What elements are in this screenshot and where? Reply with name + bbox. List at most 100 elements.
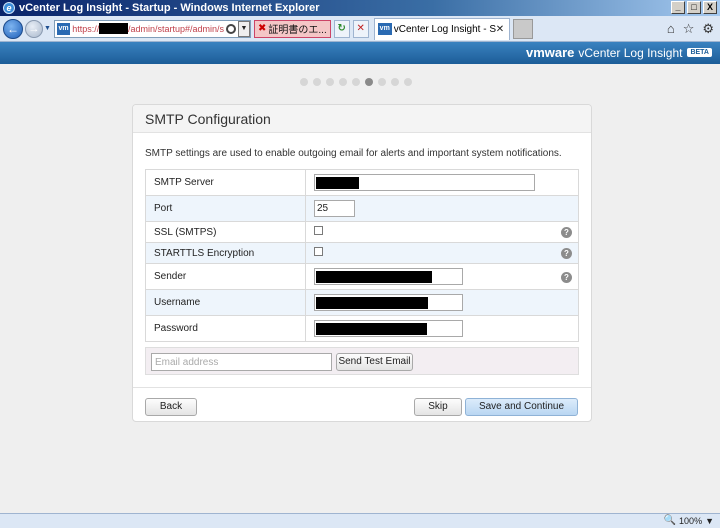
product-name: vCenter Log Insight xyxy=(578,45,683,60)
wizard-step-dot xyxy=(378,78,386,86)
ssl-checkbox[interactable] xyxy=(314,226,323,235)
tab-title: vCenter Log Insight - Start... xyxy=(393,23,496,35)
port-input[interactable]: 25 xyxy=(314,200,355,217)
tools-icon[interactable]: ⚙ xyxy=(702,21,714,37)
wizard-step-dot xyxy=(313,78,321,86)
site-favicon: vm xyxy=(57,22,71,35)
form-row-username: Username xyxy=(145,289,579,316)
username-label: Username xyxy=(145,289,306,316)
address-prefix: https:// xyxy=(72,23,100,34)
close-window-button[interactable]: X xyxy=(703,1,717,14)
port-label: Port xyxy=(145,195,306,222)
form-row-port: Port 25 xyxy=(145,195,579,222)
browser-tab[interactable]: vm vCenter Log Insight - Start... ✕ xyxy=(373,17,510,40)
ssl-help-icon[interactable]: ? xyxy=(561,227,572,238)
wizard-step-dot xyxy=(352,78,360,86)
vmware-logo: vmware xyxy=(525,45,575,60)
favorites-icon[interactable]: ☆ xyxy=(683,21,695,37)
wizard-step-dot xyxy=(365,78,373,86)
new-tab-button[interactable] xyxy=(512,18,533,39)
wizard-step-dot xyxy=(404,78,412,86)
smtp-form: SMTP Server Port 25 SSL (SMTPS) ? STARTT… xyxy=(145,169,579,342)
form-row-sender: Sender ? xyxy=(145,263,579,290)
zoom-control[interactable]: 🔍 100% ▼ xyxy=(664,515,714,526)
cert-error-label: 証明書のエ... xyxy=(268,25,327,36)
smtp-server-input[interactable] xyxy=(314,174,535,191)
home-icon[interactable]: ⌂ xyxy=(667,21,675,37)
starttls-label: STARTTLS Encryption xyxy=(145,242,306,264)
redacted-value xyxy=(316,323,427,335)
wizard-step-dot xyxy=(326,78,334,86)
password-cell xyxy=(305,315,579,342)
redacted-value xyxy=(316,297,428,309)
cert-error-icon: ✖ xyxy=(258,23,267,34)
redacted-host xyxy=(99,23,128,34)
test-email-box: Email address Send Test Email xyxy=(145,347,579,375)
footer-divider xyxy=(133,387,591,388)
forward-icon[interactable]: → xyxy=(25,19,43,38)
tab-favicon: vm xyxy=(377,23,392,35)
ssl-cell: ? xyxy=(305,221,579,243)
address-dropdown-icon[interactable]: ▼ xyxy=(238,20,250,37)
minimize-button[interactable]: _ xyxy=(671,1,685,14)
panel-description: SMTP settings are used to enable outgoin… xyxy=(145,148,562,159)
history-dropdown-icon[interactable]: ▼ xyxy=(43,20,52,38)
browser-toolbar: ← → ▼ vm https:// /admin/startup#/admin/s… xyxy=(0,16,720,42)
zoom-icon: 🔍 xyxy=(663,515,677,526)
wizard-step-dot xyxy=(300,78,308,86)
test-email-input[interactable]: Email address xyxy=(151,353,332,371)
status-bar: 🔍 100% ▼ xyxy=(0,513,720,528)
form-row-server: SMTP Server xyxy=(145,169,579,196)
address-suffix: /admin/startup#/admin/s xyxy=(127,23,224,34)
page-content: SMTP Configuration SMTP settings are use… xyxy=(0,64,720,513)
app-header: vmware vCenter Log Insight BETA xyxy=(0,42,720,64)
certificate-error-button[interactable]: ✖ 証明書のエ... xyxy=(254,19,331,38)
smtp-panel: SMTP Configuration SMTP settings are use… xyxy=(132,104,592,422)
wizard-progress xyxy=(300,78,412,86)
refresh-icon[interactable]: ↻ xyxy=(333,19,350,38)
username-input[interactable] xyxy=(314,294,463,311)
form-row-ssl: SSL (SMTPS) ? xyxy=(145,221,579,243)
starttls-help-icon[interactable]: ? xyxy=(561,248,572,259)
wizard-step-dot xyxy=(339,78,347,86)
window-title-bar: e vCenter Log Insight - Startup - Window… xyxy=(0,0,720,16)
panel-title: SMTP Configuration xyxy=(133,105,591,133)
server-label: SMTP Server xyxy=(145,169,306,196)
tab-close-icon[interactable]: ✕ xyxy=(496,24,506,35)
form-row-starttls: STARTTLS Encryption ? xyxy=(145,242,579,264)
back-icon[interactable]: ← xyxy=(3,18,23,39)
send-test-email-button[interactable]: Send Test Email xyxy=(336,353,413,371)
sender-label: Sender xyxy=(145,263,306,290)
address-bar[interactable]: vm https:// /admin/startup#/admin/s ▼ xyxy=(54,19,251,38)
address-text: https:// /admin/startup#/admin/s xyxy=(72,23,224,34)
sender-input[interactable] xyxy=(314,268,463,285)
ssl-label: SSL (SMTPS) xyxy=(145,221,306,243)
password-input[interactable] xyxy=(314,320,463,337)
zoom-level: 100% xyxy=(679,515,703,526)
ie-icon: e xyxy=(3,2,15,14)
save-and-continue-button[interactable]: Save and Continue xyxy=(465,398,578,416)
beta-badge: BETA xyxy=(687,48,712,57)
port-cell: 25 xyxy=(305,195,579,222)
maximize-button[interactable]: □ xyxy=(687,1,701,14)
wizard-step-dot xyxy=(391,78,399,86)
sender-cell: ? xyxy=(305,263,579,290)
brand: vmware vCenter Log Insight BETA xyxy=(526,45,712,60)
window-title: vCenter Log Insight - Startup - Windows … xyxy=(19,2,320,14)
window-controls: _ □ X xyxy=(671,1,717,14)
sender-help-icon[interactable]: ? xyxy=(561,271,572,283)
redacted-value xyxy=(316,271,432,283)
redacted-value xyxy=(316,177,359,189)
skip-button[interactable]: Skip xyxy=(414,398,462,416)
starttls-cell: ? xyxy=(305,242,579,264)
username-cell xyxy=(305,289,579,316)
server-cell xyxy=(305,169,579,196)
password-label: Password xyxy=(145,315,306,342)
form-row-password: Password xyxy=(145,315,579,342)
back-button[interactable]: Back xyxy=(145,398,197,416)
zoom-dropdown-icon: ▼ xyxy=(705,515,714,526)
starttls-checkbox[interactable] xyxy=(314,247,323,256)
browser-right-icons: ⌂ ☆ ⚙ xyxy=(667,21,714,37)
stop-icon[interactable]: ✕ xyxy=(352,19,369,38)
search-icon[interactable] xyxy=(226,23,236,34)
